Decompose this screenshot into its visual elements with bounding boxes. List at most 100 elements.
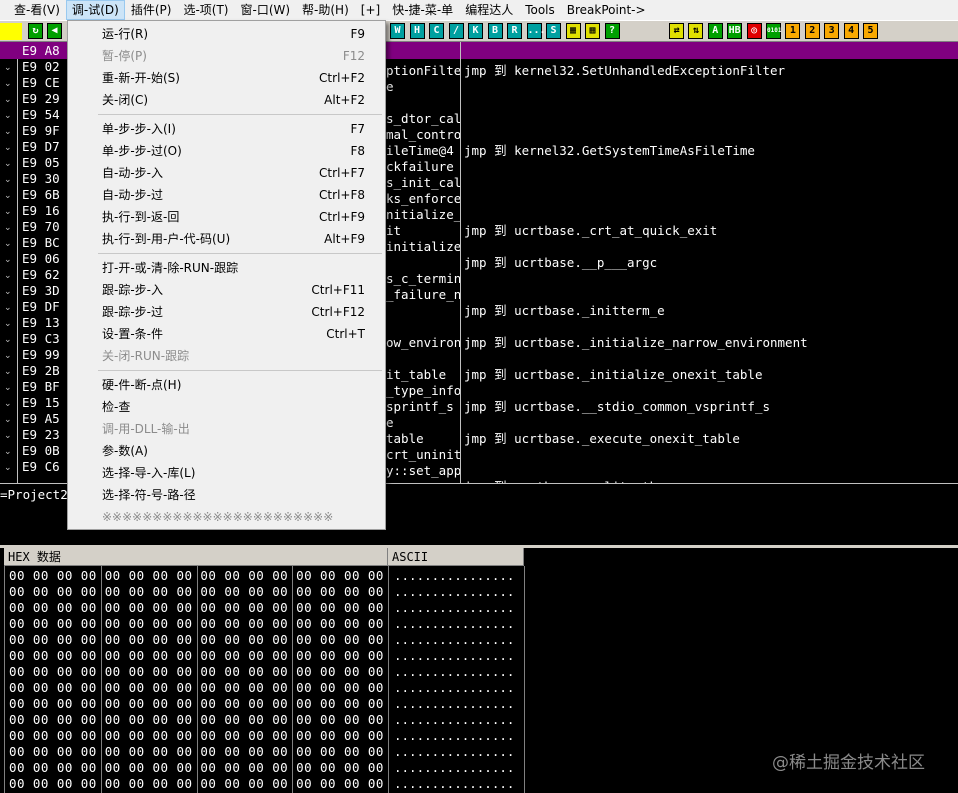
dump-hex: 00 00 00 00 00 00 00 00 00 00 00 00 00 0…: [9, 648, 384, 663]
toolbar-button[interactable]: ...: [526, 23, 546, 39]
menubar-item[interactable]: 插件(P): [125, 0, 178, 20]
hex-bytes: E9 DF: [22, 299, 60, 314]
menubar-item[interactable]: 调-试(D): [65, 0, 125, 20]
hex-bytes: E9 CE: [22, 75, 60, 90]
debug-menu-item[interactable]: 选-择-导-入-库(L): [68, 462, 385, 484]
menu-item-label: 关-闭-RUN-跟踪: [102, 349, 190, 363]
toolbar-button[interactable]: W: [390, 23, 405, 39]
jump-marker: ⌄: [4, 415, 12, 425]
toolbar-button[interactable]: H: [409, 23, 425, 39]
toolbar-button[interactable]: /: [448, 23, 464, 39]
menu-item-label: 调-用-DLL-输-出: [102, 422, 190, 436]
menubar-item[interactable]: 选-项(T): [177, 0, 234, 20]
debug-menu-item[interactable]: 检-查: [68, 396, 385, 418]
toolbar-button[interactable]: ⇅: [688, 23, 704, 39]
menubar-item[interactable]: [+]: [355, 0, 386, 20]
debug-menu-item[interactable]: 关-闭(C) Alt+F2: [68, 89, 385, 111]
hex-bytes: E9 2B: [22, 363, 60, 378]
toolbar-button[interactable]: 3: [824, 23, 840, 39]
debug-menu-item[interactable]: 执-行-到-返-回 Ctrl+F9: [68, 206, 385, 228]
toolbar-button[interactable]: R: [507, 23, 522, 39]
menubar-item[interactable]: Tools: [519, 0, 561, 20]
disassembly-line: it_table: [386, 367, 447, 382]
toolbar-button[interactable]: 2: [804, 23, 820, 39]
menu-item-shortcut: F8: [350, 144, 365, 158]
dump-ascii: ................: [394, 616, 515, 631]
debug-menu-item: 调-用-DLL-输-出: [68, 418, 385, 440]
ascii-header[interactable]: ASCII: [388, 548, 524, 566]
toolbar-button[interactable]: HB: [727, 23, 743, 39]
menubar-item[interactable]: 快-捷-菜-单: [386, 0, 459, 20]
toolbar-button[interactable]: K: [468, 23, 483, 39]
dump-ascii: ................: [394, 600, 515, 615]
debug-menu-item[interactable]: 打-开-或-清-除-RUN-跟踪: [68, 257, 385, 279]
toolbar-button[interactable]: 0101: [766, 23, 781, 39]
menubar-item[interactable]: 编程达人: [459, 0, 519, 20]
jump-marker: ⌄: [4, 79, 12, 89]
toolbar-button[interactable]: S: [546, 23, 561, 39]
hex-bytes: E9 3D: [22, 283, 60, 298]
menubar-item[interactable]: 查-看(V): [8, 0, 66, 20]
dump-row: 00 00 00 00 00 00 00 00 00 00 00 00 00 0…: [0, 632, 958, 648]
toolbar-button[interactable]: ▦: [565, 23, 581, 39]
toolbar-button[interactable]: C: [429, 23, 444, 39]
debug-menu-item[interactable]: 运-行(R) F9: [68, 23, 385, 45]
comment-line: jmp 到 ucrtbase.__p___argc: [464, 255, 658, 270]
dump-row: 00 00 00 00 00 00 00 00 00 00 00 00 00 0…: [0, 600, 958, 616]
toolbar-button[interactable]: 4: [843, 23, 859, 39]
hex-bytes: E9 C6: [22, 459, 60, 474]
debug-menu-item[interactable]: 硬-件-断-点(H): [68, 374, 385, 396]
jump-marker: ⌄: [4, 431, 12, 441]
jump-marker: ⌄: [4, 303, 12, 313]
dump-row: 00 00 00 00 00 00 00 00 00 00 00 00 00 0…: [0, 728, 958, 744]
dump-row: 00 00 00 00 00 00 00 00 00 00 00 00 00 0…: [0, 648, 958, 664]
debug-menu-item[interactable]: 参-数(A): [68, 440, 385, 462]
toolbar-button[interactable]: ↻: [28, 23, 43, 39]
toolbar-button[interactable]: ◎: [746, 23, 762, 39]
dump-ascii: ................: [394, 696, 515, 711]
menu-item-label: 执-行-到-返-回: [102, 210, 180, 224]
hex-bytes: E9 70: [22, 219, 60, 234]
menubar-item[interactable]: 帮-助(H): [296, 0, 355, 20]
debug-menu-item[interactable]: 自-动-步-入 Ctrl+F7: [68, 162, 385, 184]
hex-data-header[interactable]: HEX 数据: [4, 548, 388, 566]
debug-menu-item[interactable]: 跟-踪-步-过 Ctrl+F12: [68, 301, 385, 323]
comment-line: jmp 到 ucrtbase._execute_onexit_table: [464, 431, 740, 446]
menubar-item[interactable]: 窗-口(W): [234, 0, 296, 20]
menubar-item[interactable]: BreakPoint->: [561, 0, 652, 20]
dump-row: 00 00 00 00 00 00 00 00 00 00 00 00 00 0…: [0, 696, 958, 712]
menu-item-label: 跟-踪-步-入: [102, 283, 163, 297]
toolbar-button[interactable]: ▦: [585, 23, 600, 39]
debug-menu-item[interactable]: 执-行-到-用-户-代-码(U) Alt+F9: [68, 228, 385, 250]
toolbar-button[interactable]: ⇄: [669, 23, 684, 39]
dump-row: 00 00 00 00 00 00 00 00 00 00 00 00 00 0…: [0, 680, 958, 696]
disassembly-line: e: [386, 415, 394, 430]
dump-hex: 00 00 00 00 00 00 00 00 00 00 00 00 00 0…: [9, 680, 384, 695]
dump-hex: 00 00 00 00 00 00 00 00 00 00 00 00 00 0…: [9, 744, 384, 759]
menu-item-label: 选-择-导-入-库(L): [102, 466, 196, 480]
dump-ascii: ................: [394, 680, 515, 695]
toolbar-button[interactable]: ?: [604, 23, 620, 39]
debug-menu-item[interactable]: 设-置-条-件 Ctrl+T: [68, 323, 385, 345]
dump-ascii: ................: [394, 728, 515, 743]
jump-marker: ⌄: [4, 95, 12, 105]
menu-item-shortcut: Alt+F2: [324, 93, 365, 107]
debug-menu-item[interactable]: 单-步-步-入(I) F7: [68, 118, 385, 140]
toolbar-button[interactable]: B: [487, 23, 503, 39]
toolbar-button[interactable]: 5: [863, 23, 878, 39]
jump-marker: ⌄: [4, 191, 12, 201]
dump-ascii: ................: [394, 648, 515, 663]
disassembly-line: s_init_cal: [386, 175, 460, 190]
debug-menu-item[interactable]: 跟-踪-步-入 Ctrl+F11: [68, 279, 385, 301]
disassembly-line: e: [386, 79, 394, 94]
menu-item-label: ※※※※※※※※※※※※※※※※※※※※※※※: [102, 510, 334, 524]
debug-menu-item[interactable]: 单-步-步-过(O) F8: [68, 140, 385, 162]
debug-dropdown-menu: 运-行(R) F9 暂-停(P) F12 重-新-开-始(S) Ctrl+F2 关-闭(C)…: [67, 20, 386, 530]
toolbar-button[interactable]: ◀: [47, 23, 62, 39]
debug-menu-item[interactable]: 重-新-开-始(S) Ctrl+F2: [68, 67, 385, 89]
debug-menu-item[interactable]: 选-择-符-号-路-径: [68, 484, 385, 506]
debug-menu-item[interactable]: 自-动-步-过 Ctrl+F8: [68, 184, 385, 206]
toolbar-button[interactable]: 1: [785, 23, 801, 39]
toolbar-button[interactable]: A: [707, 23, 723, 39]
menu-item-shortcut: Alt+F9: [324, 232, 365, 246]
